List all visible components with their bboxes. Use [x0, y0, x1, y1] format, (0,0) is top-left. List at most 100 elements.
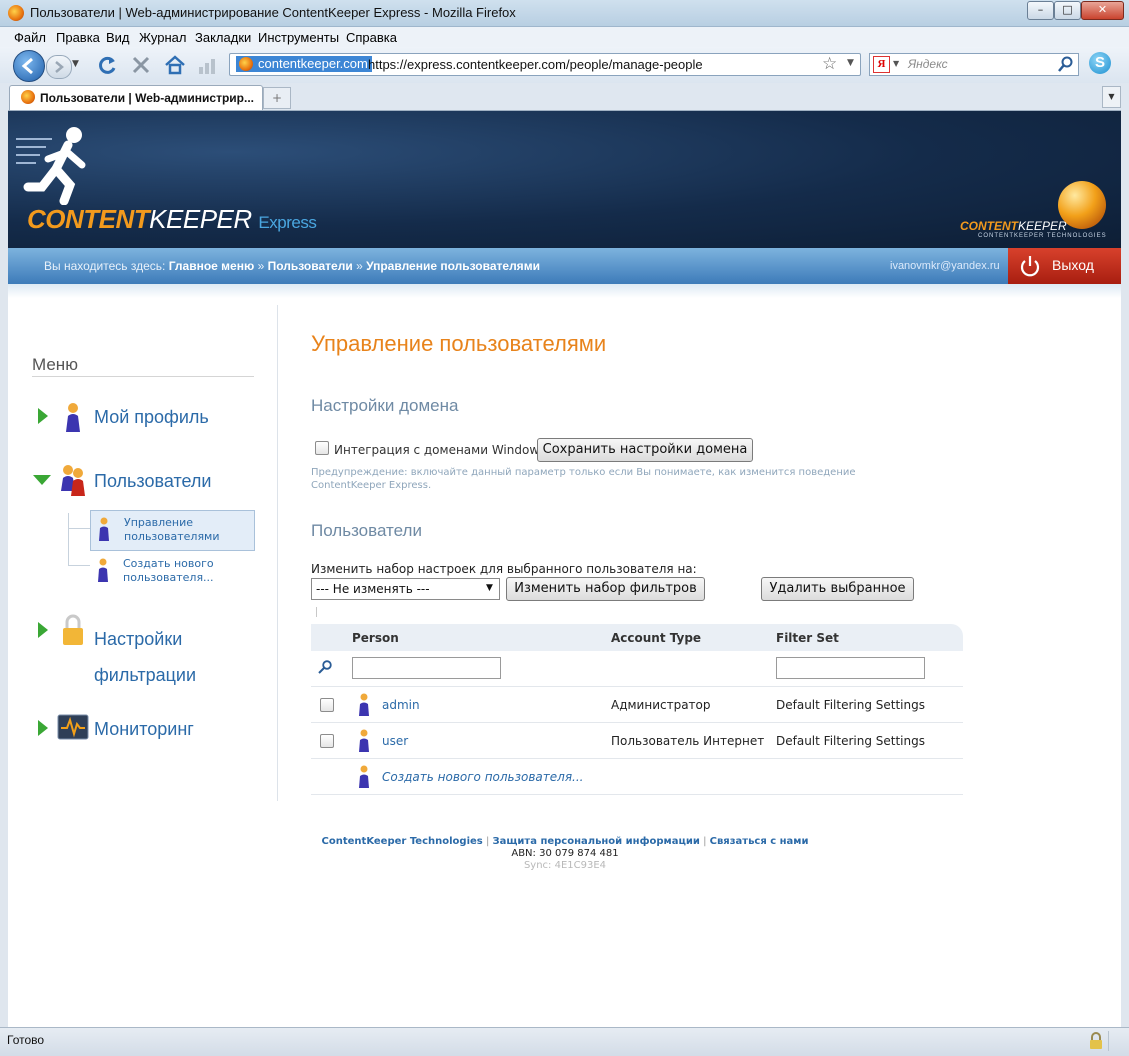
change-filter-set-button[interactable]: Изменить набор фильтров	[506, 577, 705, 601]
breadcrumb-users[interactable]: Пользователи	[268, 259, 353, 273]
breadcrumb-manage-users: Управление пользователями	[366, 259, 540, 273]
label-line: Управление	[124, 516, 194, 529]
menu-edit[interactable]: Правка	[56, 30, 100, 45]
expand-arrow-icon[interactable]	[38, 622, 48, 638]
change-set-label: Изменить набор настроек для выбранного п…	[311, 562, 697, 576]
home-icon[interactable]	[163, 53, 187, 77]
domain-warning: Предупреждение: включайте данный парамет…	[311, 466, 856, 492]
user-link-user[interactable]: user	[382, 734, 408, 748]
breadcrumb: Вы находитесь здесь: Главное меню » Поль…	[44, 259, 540, 273]
menu-bookmarks[interactable]: Закладки	[195, 30, 251, 45]
logout-button[interactable]: Выход	[1008, 248, 1121, 284]
user-icon	[99, 517, 109, 541]
row-select-checkbox[interactable]	[320, 698, 334, 712]
expand-arrow-icon[interactable]	[38, 408, 48, 424]
page-header: CONTENTKEEPER Express CONTENTKEEPER CONT…	[8, 111, 1121, 248]
column-header-filter-set[interactable]: Filter Set	[776, 631, 839, 645]
search-icon[interactable]	[1058, 56, 1074, 72]
label-line: пользователями	[124, 530, 220, 543]
minimize-button[interactable]: –	[1027, 1, 1054, 20]
user-profile-icon	[66, 403, 80, 432]
sidebar-divider	[277, 305, 278, 801]
history-dropdown-icon[interactable]: ▼	[72, 59, 79, 69]
menu-history[interactable]: Журнал	[139, 30, 186, 45]
brand-content: CONTENT	[27, 204, 150, 234]
stop-icon[interactable]	[131, 55, 151, 75]
search-box[interactable]: Я ▼ Яндекс	[869, 53, 1079, 76]
menu-file[interactable]: Файл	[14, 30, 46, 45]
column-header-person[interactable]: Person	[352, 631, 399, 645]
bookmark-star-icon[interactable]: ☆	[822, 54, 837, 74]
collapse-arrow-icon[interactable]	[33, 475, 51, 485]
sidebar-subitem-create-user[interactable]: Создать нового пользователя...	[90, 555, 253, 585]
sidebar-item-my-profile[interactable]: Мой профиль	[94, 407, 209, 428]
label-line: Настройки	[94, 629, 183, 649]
firefox-logo-icon	[8, 5, 24, 21]
address-bar[interactable]: contentkeeper.com https://express.conten…	[229, 53, 861, 76]
tab-list-dropdown-icon[interactable]: ▼	[1102, 86, 1121, 108]
menu-tools[interactable]: Инструменты	[258, 30, 339, 45]
footer-link-contact[interactable]: Связаться с нами	[710, 836, 809, 847]
menu-help[interactable]: Справка	[346, 30, 397, 45]
expand-arrow-icon[interactable]	[38, 720, 48, 736]
sidebar-subitem-create-user-label: Создать нового пользователя...	[123, 557, 214, 585]
tab-active[interactable]: Пользователи | Web-администрир...	[9, 85, 263, 110]
search-engine-dropdown-icon[interactable]: ▼	[893, 59, 899, 68]
windows-domain-checkbox[interactable]	[315, 441, 329, 455]
column-header-account-type[interactable]: Account Type	[611, 631, 701, 645]
search-placeholder: Яндекс	[908, 57, 948, 71]
warning-line: ContentKeeper Express.	[311, 480, 432, 491]
breadcrumb-main-menu[interactable]: Главное меню	[169, 259, 255, 273]
row-divider	[311, 794, 963, 795]
menu-view[interactable]: Вид	[106, 30, 130, 45]
sidebar-subitem-manage-users[interactable]: Управление пользователями	[90, 510, 255, 551]
user-link-admin[interactable]: admin	[382, 698, 420, 712]
window-titlebar: Пользователи | Web-администрирование Con…	[0, 0, 1129, 27]
maximize-button[interactable]: □	[1054, 1, 1081, 20]
corner-brand-content: CONTENT	[960, 219, 1018, 233]
create-new-user-link[interactable]: Создать нового пользователя...	[382, 770, 583, 784]
skype-icon[interactable]: S	[1089, 52, 1111, 74]
person-filter-input[interactable]	[352, 657, 501, 679]
footer-link-privacy[interactable]: Защита персональной информации	[493, 836, 700, 847]
footer-separator: |	[703, 836, 707, 847]
filter-set-filter-input[interactable]	[776, 657, 925, 679]
reload-icon[interactable]	[96, 54, 118, 76]
filter-set-select[interactable]: --- Не изменять --- ▼	[311, 578, 500, 600]
url-dropdown-icon[interactable]: ▼	[847, 58, 854, 68]
forward-button[interactable]	[46, 55, 72, 79]
table-row: admin Администратор Default Filtering Se…	[311, 687, 963, 722]
save-domain-settings-button[interactable]: Сохранить настройки домена	[537, 438, 753, 462]
forward-arrow-icon	[55, 61, 64, 73]
sidebar-item-filter-settings[interactable]: Настройки фильтрации	[94, 621, 196, 693]
sidebar-subitem-manage-users-label: Управление пользователями	[124, 516, 220, 544]
users-group-icon	[61, 465, 85, 496]
security-lock-icon[interactable]	[1088, 1032, 1104, 1050]
running-man-logo-icon	[16, 127, 86, 205]
domain-settings-heading: Настройки домена	[311, 396, 459, 415]
site-identity-badge[interactable]: contentkeeper.com	[236, 56, 372, 72]
menu-bar: Файл Правка Вид Журнал Закладки Инструме…	[0, 27, 1129, 47]
row-select-checkbox[interactable]	[320, 734, 334, 748]
brand-keeper: KEEPER	[149, 204, 252, 234]
page-title: Управление пользователями	[311, 331, 607, 356]
label-line: Создать нового	[123, 557, 214, 570]
back-button[interactable]	[13, 50, 45, 82]
status-text: Готово	[7, 1033, 45, 1047]
footer-link-company[interactable]: ContentKeeper Technologies	[322, 836, 483, 847]
sidebar-heading-rule	[32, 376, 254, 377]
yandex-logo-icon[interactable]: Я	[873, 56, 890, 73]
footer-abn: ABN: 30 079 874 481	[511, 848, 619, 859]
resize-grip[interactable]	[1108, 1031, 1121, 1051]
sidebar-item-users[interactable]: Пользователи	[94, 471, 211, 492]
tree-line	[68, 528, 90, 529]
url-text[interactable]: https://express.contentkeeper.com/people…	[368, 57, 703, 72]
sidebar-item-monitoring[interactable]: Мониторинг	[94, 719, 194, 740]
new-tab-button[interactable]: +	[263, 87, 291, 109]
search-filter-icon	[318, 660, 332, 674]
filter-set: Default Filtering Settings	[776, 734, 925, 748]
close-window-button[interactable]: ✕	[1081, 1, 1124, 20]
lock-icon	[63, 614, 83, 645]
delete-selected-button[interactable]: Удалить выбранное	[761, 577, 914, 601]
user-icon	[359, 765, 369, 788]
